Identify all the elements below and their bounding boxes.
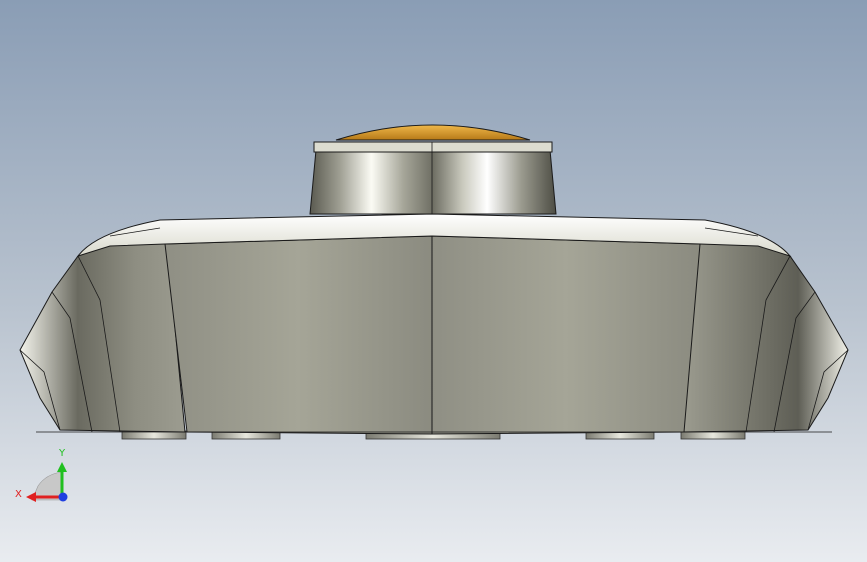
model-front-face-right [431, 235, 701, 435]
z-axis-dot-icon [58, 492, 68, 502]
y-axis-label: Y [58, 448, 66, 459]
model-cylinder-ring [313, 141, 553, 153]
model-front-face-left [164, 235, 433, 435]
graphics-viewport[interactable]: Y X [0, 0, 867, 562]
model-cylinder-boss [309, 149, 557, 215]
x-axis-label: X [15, 489, 22, 500]
